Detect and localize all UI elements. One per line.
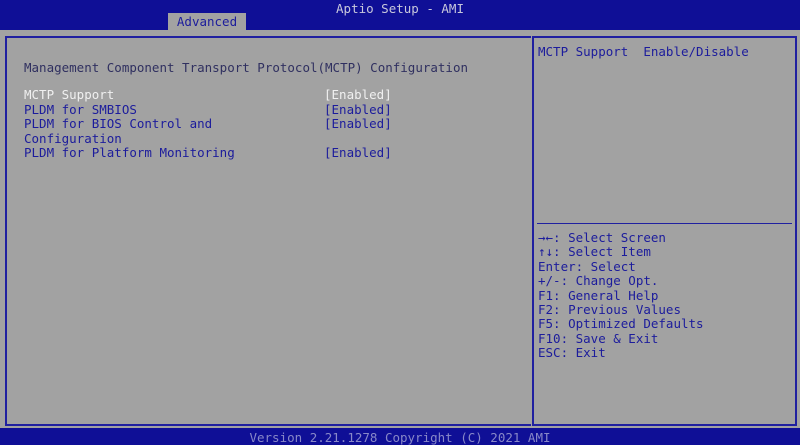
help-divider: [537, 223, 792, 224]
setting-value[interactable]: [Enabled]: [324, 146, 392, 160]
setting-pldm-smbios[interactable]: PLDM for SMBIOS [Enabled]: [24, 101, 524, 117]
setting-label: MCTP Support: [24, 87, 115, 102]
setting-label: PLDM for SMBIOS: [24, 101, 137, 117]
window-title: Aptio Setup - AMI: [336, 1, 464, 16]
version-footer: Version 2.21.1278 Copyright (C) 2021 AMI: [249, 430, 551, 445]
setting-pldm-bios-control[interactable]: PLDM for BIOS Control and Configuration …: [24, 117, 524, 146]
key-hint: +/-: Change Opt.: [538, 273, 659, 289]
key-hint: F1: General Help: [538, 287, 659, 303]
key-hint: →←: Select Screen: [538, 230, 666, 245]
tab-advanced[interactable]: Advanced: [168, 13, 246, 30]
setting-value[interactable]: [Enabled]: [324, 102, 392, 117]
setting-label: PLDM for BIOS Control and: [24, 116, 213, 131]
settings-panel: Management Component Transport Protocol(…: [5, 36, 531, 426]
setting-value[interactable]: [Enabled]: [324, 88, 392, 102]
key-legend: →←: Select Screen ↑↓: Select Item Enter:…: [538, 230, 704, 361]
setting-mctp-support[interactable]: MCTP Support [Enabled]: [24, 88, 524, 102]
key-hint: F5: Optimized Defaults: [538, 316, 704, 332]
setting-label-continued: Configuration: [24, 130, 122, 146]
key-hint: F2: Previous Values: [538, 301, 681, 317]
help-text: MCTP Support Enable/Disable: [538, 44, 749, 59]
page-title: Management Component Transport Protocol(…: [24, 60, 469, 75]
setting-label: PLDM for Platform Monitoring: [24, 145, 235, 160]
key-hint: F10: Save & Exit: [538, 330, 659, 346]
setting-value[interactable]: [Enabled]: [324, 117, 392, 131]
key-hint: ESC: Exit: [538, 345, 606, 361]
main-area: Management Component Transport Protocol(…: [0, 30, 800, 428]
help-panel: MCTP Support Enable/Disable →←: Select S…: [532, 36, 797, 426]
key-hint: Enter: Select: [538, 258, 636, 274]
key-hint: ↑↓: Select Item: [538, 244, 651, 260]
setting-pldm-platform-monitoring[interactable]: PLDM for Platform Monitoring [Enabled]: [24, 146, 524, 160]
